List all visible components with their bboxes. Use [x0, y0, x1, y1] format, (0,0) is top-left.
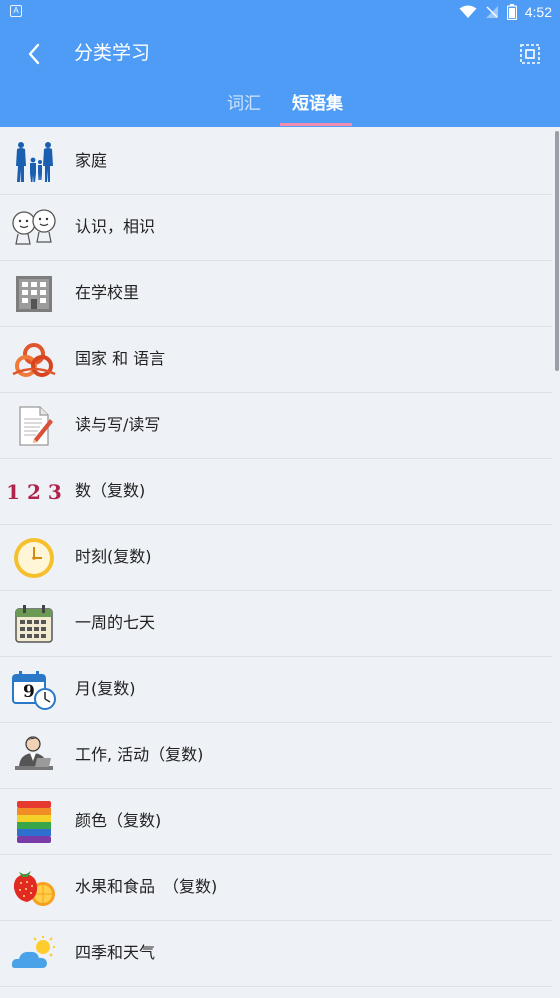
list-item-label: 时刻(复数)	[75, 547, 152, 566]
tab-indicator	[280, 123, 352, 126]
notification-icon: A	[10, 5, 22, 17]
wifi-icon	[459, 5, 477, 18]
list-item-numbers[interactable]: 1 2 3 数（复数)	[0, 459, 552, 525]
flag-emblem-icon	[10, 337, 58, 383]
weather-icon	[10, 931, 58, 977]
calendar-day-number: 9	[23, 682, 35, 702]
status-indicators: 4:52	[459, 2, 552, 22]
battery-icon	[506, 4, 517, 20]
school-building-icon	[10, 271, 58, 317]
view-toggle-button[interactable]	[516, 40, 544, 68]
app-bar: A 4:52 分类学习 词汇 短语集	[0, 0, 560, 127]
color-stripes-icon	[10, 799, 58, 845]
numbers-icon-text: 1 2 3	[6, 480, 62, 504]
list-item-countries[interactable]: 国家 和 语言	[0, 327, 552, 393]
chevron-left-icon	[28, 43, 40, 65]
scrollbar[interactable]	[555, 131, 559, 371]
page-title: 分类学习	[74, 42, 151, 64]
calendar-icon	[10, 601, 58, 647]
list-item-food[interactable]: 水果和食品 （复数)	[0, 855, 552, 921]
no-signal-icon	[485, 6, 498, 18]
list-item-time[interactable]: 时刻(复数)	[0, 525, 552, 591]
document-pencil-icon	[10, 403, 58, 449]
clock-icon	[10, 535, 58, 581]
list-item-weekdays[interactable]: 一周的七天	[0, 591, 552, 657]
faces-icon	[10, 205, 58, 251]
list-item-family[interactable]: 家庭	[0, 129, 552, 195]
list-item-label: 月(复数)	[75, 679, 136, 698]
list-item-label: 水果和食品 （复数)	[75, 877, 218, 896]
list-item-reading-writing[interactable]: 读与写/读写	[0, 393, 552, 459]
list-item-label: 四季和天气	[75, 943, 156, 962]
tab-phrasebook[interactable]: 短语集	[292, 92, 343, 116]
list-item-label: 一周的七天	[75, 613, 156, 632]
worker-icon	[10, 733, 58, 779]
tab-vocabulary[interactable]: 词汇	[227, 92, 261, 116]
list-item-label: 颜色（复数)	[75, 811, 162, 830]
status-bar: A 4:52	[0, 0, 560, 24]
list-item-label: 国家 和 语言	[75, 349, 166, 368]
list-item-weather[interactable]: 四季和天气	[0, 921, 552, 987]
status-time: 4:52	[524, 4, 552, 20]
numbers-icon: 1 2 3	[6, 469, 62, 515]
category-list: 家庭 认识，相识 在学校里 国家 和 语言 读与写/读写 1 2 3 数（复数)…	[0, 129, 552, 987]
list-item-label: 在学校里	[75, 283, 140, 302]
list-item-label: 数（复数)	[75, 481, 146, 500]
dashed-square-icon	[520, 44, 540, 64]
family-icon	[10, 139, 58, 185]
list-item-label: 家庭	[75, 151, 108, 170]
back-button[interactable]	[18, 38, 50, 70]
list-item-work[interactable]: 工作, 活动（复数)	[0, 723, 552, 789]
list-item-acquaintance[interactable]: 认识，相识	[0, 195, 552, 261]
fruit-icon	[10, 865, 58, 911]
list-item-label: 认识，相识	[75, 217, 156, 236]
calendar-clock-icon: 9	[10, 667, 58, 713]
list-item-school[interactable]: 在学校里	[0, 261, 552, 327]
tab-bar: 词汇 短语集	[0, 84, 560, 127]
list-item-label: 读与写/读写	[75, 415, 161, 434]
list-item-label: 工作, 活动（复数)	[75, 745, 204, 764]
list-item-months[interactable]: 9 月(复数)	[0, 657, 552, 723]
list-item-colors[interactable]: 颜色（复数)	[0, 789, 552, 855]
